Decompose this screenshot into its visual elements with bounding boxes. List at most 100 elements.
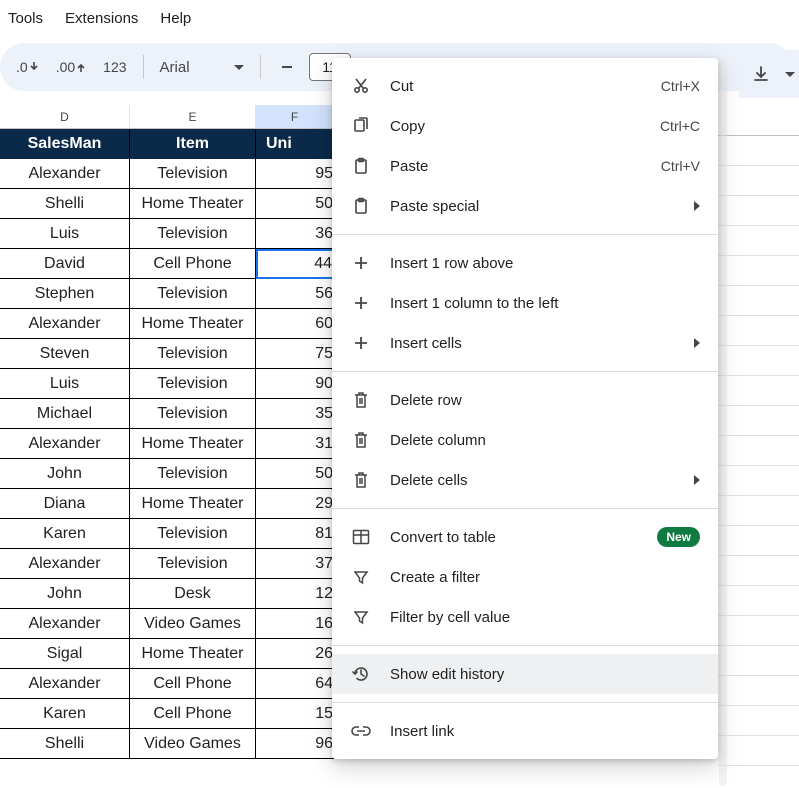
cell-units[interactable]: 26 (256, 639, 334, 669)
cell-units[interactable]: 16 (256, 609, 334, 639)
cell-units[interactable]: 37 (256, 549, 334, 579)
column-header-F[interactable]: F (256, 105, 334, 129)
menu-create-filter[interactable]: Create a filter (332, 557, 718, 597)
cell-salesman[interactable]: Alexander (0, 159, 130, 189)
cell-item[interactable]: Desk (130, 579, 256, 609)
cell-units[interactable]: 36 (256, 219, 334, 249)
cell-salesman[interactable]: Karen (0, 699, 130, 729)
cell-salesman[interactable]: Alexander (0, 609, 130, 639)
cell-salesman[interactable]: Alexander (0, 309, 130, 339)
cell-item[interactable]: Home Theater (130, 189, 256, 219)
cell-item[interactable]: Cell Phone (130, 699, 256, 729)
table-row: AlexanderTelevision95 (0, 159, 334, 189)
cell-item[interactable]: Television (130, 549, 256, 579)
cell-item[interactable]: Television (130, 339, 256, 369)
increase-decimal-button[interactable]: .00 (50, 50, 91, 84)
cell-units[interactable]: 81 (256, 519, 334, 549)
context-menu-scrollbar[interactable] (719, 58, 727, 786)
cell-units[interactable]: 96 (256, 729, 334, 759)
menu-help[interactable]: Help (160, 10, 191, 27)
cell-salesman[interactable]: Luis (0, 219, 130, 249)
cell-units[interactable]: 64 (256, 669, 334, 699)
cell-item[interactable]: Video Games (130, 609, 256, 639)
cell-units[interactable]: 75 (256, 339, 334, 369)
table-row: AlexanderHome Theater31 (0, 429, 334, 459)
cell-units[interactable]: 12 (256, 579, 334, 609)
cell-item[interactable]: Cell Phone (130, 249, 256, 279)
cell-item[interactable]: Home Theater (130, 639, 256, 669)
cell-units[interactable]: 90 (256, 369, 334, 399)
cell-units[interactable]: 50 (256, 189, 334, 219)
cell-item[interactable]: Television (130, 459, 256, 489)
menu-tools[interactable]: Tools (8, 10, 43, 27)
context-menu: Cut Ctrl+X Copy Ctrl+C Paste Ctrl+V Past… (332, 58, 718, 759)
font-name-label: Arial (160, 59, 190, 76)
decrease-decimal-button[interactable]: .0 (10, 50, 44, 84)
cell-salesman[interactable]: Steven (0, 339, 130, 369)
column-header-D[interactable]: D (0, 105, 130, 129)
cell-salesman[interactable]: Alexander (0, 429, 130, 459)
cell-item[interactable]: Home Theater (130, 429, 256, 459)
cell-salesman[interactable]: Diana (0, 489, 130, 519)
cell-units[interactable]: 95 (256, 159, 334, 189)
cell-item[interactable]: Television (130, 159, 256, 189)
menu-insert-col-left[interactable]: Insert 1 column to the left (332, 283, 718, 323)
menu-delete-row[interactable]: Delete row (332, 380, 718, 420)
cell-item[interactable]: Television (130, 369, 256, 399)
cell-item[interactable]: Television (130, 219, 256, 249)
header-salesman[interactable]: SalesMan (0, 129, 130, 159)
cell-units[interactable]: 60 (256, 309, 334, 339)
cell-salesman[interactable]: Shelli (0, 189, 130, 219)
menu-paste-special[interactable]: Paste special (332, 186, 718, 226)
header-units[interactable]: Uni (256, 129, 334, 159)
cell-salesman[interactable]: John (0, 459, 130, 489)
cell-salesman[interactable]: David (0, 249, 130, 279)
cell-salesman[interactable]: Sigal (0, 639, 130, 669)
menu-delete-cells[interactable]: Delete cells (332, 460, 718, 500)
empty-grid-right (718, 112, 799, 788)
cell-item[interactable]: Video Games (130, 729, 256, 759)
cell-item[interactable]: Television (130, 399, 256, 429)
menu-copy[interactable]: Copy Ctrl+C (332, 106, 718, 146)
cell-item[interactable]: Television (130, 519, 256, 549)
cell-units[interactable]: 44 (256, 249, 334, 279)
cell-salesman[interactable]: Alexander (0, 549, 130, 579)
cell-salesman[interactable]: Alexander (0, 669, 130, 699)
menu-cut-shortcut: Ctrl+X (661, 78, 700, 94)
cell-units[interactable]: 35 (256, 399, 334, 429)
cell-units[interactable]: 31 (256, 429, 334, 459)
header-item[interactable]: Item (130, 129, 256, 159)
menu-convert-to-table[interactable]: Convert to table New (332, 517, 718, 557)
menu-insert-col-left-label: Insert 1 column to the left (390, 295, 700, 312)
font-size-decrease-button[interactable] (271, 50, 303, 84)
cell-item[interactable]: Television (130, 279, 256, 309)
cell-item[interactable]: Cell Phone (130, 669, 256, 699)
menu-show-edit-history[interactable]: Show edit history (332, 654, 718, 694)
font-picker[interactable]: Arial (154, 50, 250, 84)
menu-cut[interactable]: Cut Ctrl+X (332, 66, 718, 106)
column-header-E[interactable]: E (130, 105, 256, 129)
menu-delete-column[interactable]: Delete column (332, 420, 718, 460)
cell-units[interactable]: 50 (256, 459, 334, 489)
menu-extensions[interactable]: Extensions (65, 10, 138, 27)
download-button[interactable] (745, 57, 777, 91)
cell-salesman[interactable]: Shelli (0, 729, 130, 759)
cell-units[interactable]: 29 (256, 489, 334, 519)
cell-item[interactable]: Home Theater (130, 309, 256, 339)
menu-insert-row-above[interactable]: Insert 1 row above (332, 243, 718, 283)
menu-paste[interactable]: Paste Ctrl+V (332, 146, 718, 186)
number-format-button[interactable]: 123 (97, 50, 132, 84)
menu-insert-cells[interactable]: Insert cells (332, 323, 718, 363)
cell-units[interactable]: 15 (256, 699, 334, 729)
cell-salesman[interactable]: Karen (0, 519, 130, 549)
cell-salesman[interactable]: Michael (0, 399, 130, 429)
menu-copy-label: Copy (390, 118, 642, 135)
menu-insert-link[interactable]: Insert link (332, 711, 718, 751)
menu-filter-by-value[interactable]: Filter by cell value (332, 597, 718, 637)
cell-units[interactable]: 56 (256, 279, 334, 309)
menu-divider (332, 645, 718, 646)
cell-item[interactable]: Home Theater (130, 489, 256, 519)
cell-salesman[interactable]: Stephen (0, 279, 130, 309)
cell-salesman[interactable]: Luis (0, 369, 130, 399)
cell-salesman[interactable]: John (0, 579, 130, 609)
